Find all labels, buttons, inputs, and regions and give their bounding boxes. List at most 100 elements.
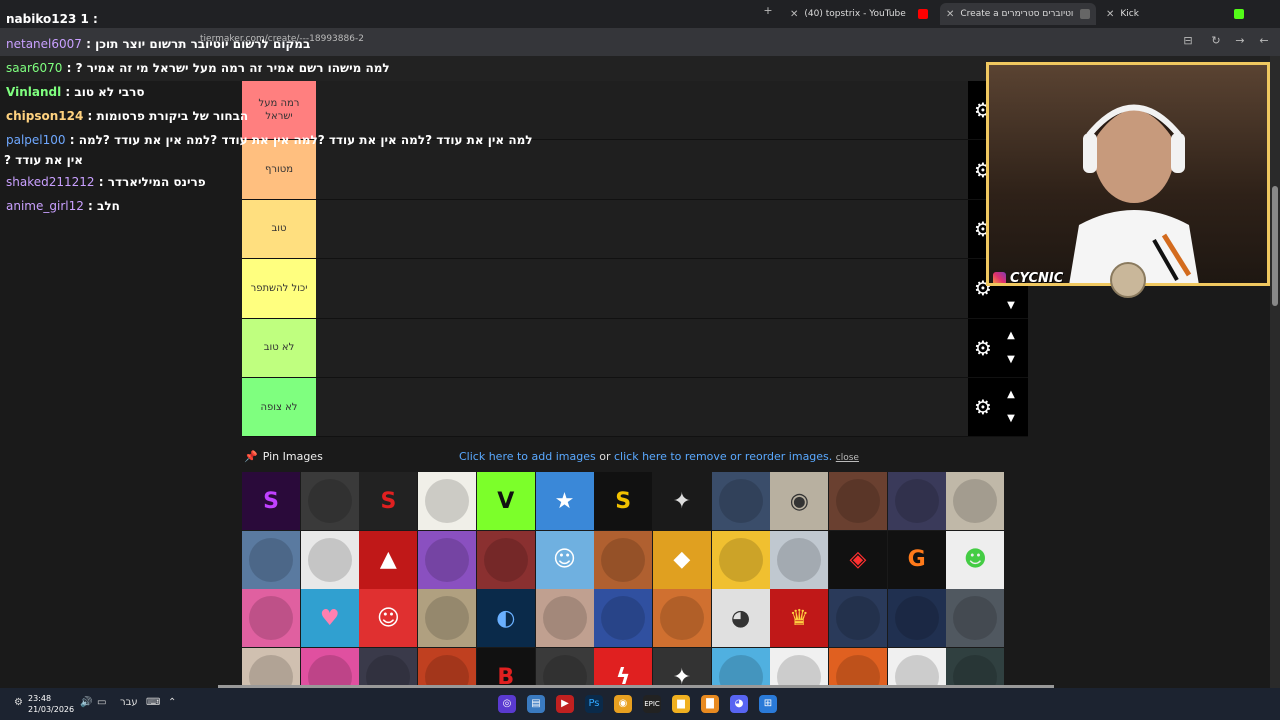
tier-label[interactable]: יכול להשתפר <box>242 259 316 318</box>
tier-image-item[interactable] <box>594 530 653 589</box>
close-tab-icon[interactable]: ✕ <box>946 9 954 20</box>
tier-image-item[interactable] <box>711 472 770 530</box>
taskbar-clock[interactable]: 23:48 21/03/2026 <box>28 693 74 715</box>
language-indicator[interactable]: עבר <box>120 697 138 708</box>
extensions-icon[interactable]: ⊟ <box>1182 35 1194 47</box>
discord-app-icon[interactable]: ◕ <box>730 695 748 713</box>
tier-image-item[interactable]: ◕ <box>711 589 770 648</box>
tier-image-item[interactable] <box>476 530 535 589</box>
scrollbar-thumb[interactable] <box>1272 186 1278 306</box>
tier-image-item[interactable]: ▲ <box>359 530 418 589</box>
tier-image-item[interactable]: ♛ <box>770 589 829 648</box>
tier-image-item[interactable] <box>594 589 653 648</box>
tier-image-item[interactable]: ◐ <box>476 589 535 648</box>
tier-image-item[interactable]: V <box>476 472 535 530</box>
tier-image-item[interactable] <box>418 472 477 530</box>
tier-row[interactable]: טוב ⚙ <box>242 199 1028 260</box>
tier-image-item[interactable]: S <box>242 472 300 530</box>
pin-images-toggle[interactable]: 📌 Pin Images <box>244 450 323 463</box>
tier-image-item[interactable]: ☺ <box>359 589 418 648</box>
volume-icon[interactable]: 🔊 <box>80 697 92 708</box>
tier-image-item[interactable] <box>359 648 418 688</box>
tier-image-item[interactable]: S <box>594 472 653 530</box>
folder-app-icon[interactable]: ▇ <box>701 695 719 713</box>
tier-image-item[interactable] <box>652 589 711 648</box>
file-explorer-app-icon[interactable]: ▆ <box>672 695 690 713</box>
tier-image-item[interactable] <box>887 648 946 688</box>
photoshop-app-icon[interactable]: Ps <box>585 695 603 713</box>
tier-image-item[interactable] <box>770 530 829 589</box>
back-icon[interactable]: ← <box>1258 35 1270 47</box>
tier-image-item[interactable] <box>711 648 770 688</box>
tier-image-item[interactable]: ✦ <box>652 472 711 530</box>
reorder-images-link[interactable]: click here to remove or reorder images. <box>614 450 832 463</box>
tier-image-item[interactable] <box>535 648 594 688</box>
gear-icon[interactable]: ⚙ <box>972 396 994 418</box>
tier-image-item[interactable]: ♥ <box>300 589 359 648</box>
tier-image-item[interactable]: ◈ <box>829 530 887 589</box>
tier-image-item[interactable] <box>946 472 1005 530</box>
media-app-icon[interactable]: ▶ <box>556 695 574 713</box>
add-images-link[interactable]: Click here to add images <box>459 450 596 463</box>
obs-app-icon[interactable]: ◎ <box>498 695 516 713</box>
windows-start-icon[interactable]: ⊞ <box>759 695 777 713</box>
tier-image-item[interactable] <box>535 589 594 648</box>
tier-image-item[interactable] <box>242 648 300 688</box>
tier-label[interactable]: לא צופה <box>242 377 316 437</box>
tier-row[interactable]: מטורף ⚙ <box>242 140 1028 200</box>
vertical-scrollbar[interactable] <box>1270 56 1280 688</box>
tier-row[interactable]: יכול להשתפר ⚙ ▼ <box>242 259 1028 319</box>
tier-image-item[interactable] <box>300 648 359 688</box>
close-tab-icon[interactable]: ✕ <box>1106 9 1114 20</box>
tier-image-item[interactable] <box>711 530 770 589</box>
tab-youtube[interactable]: ✕ (40) topstrix - YouTube <box>784 3 934 25</box>
tier-label[interactable]: טוב <box>242 199 316 259</box>
forward-icon[interactable]: → <box>1234 35 1246 47</box>
reload-icon[interactable]: ↻ <box>1210 35 1222 47</box>
settings-icon[interactable]: ⚙ <box>14 697 23 708</box>
tier-image-item[interactable]: ✦ <box>652 648 711 688</box>
tier-label[interactable]: רמה מעל ישראל <box>242 81 316 140</box>
chevron-up-icon[interactable]: ⌃ <box>168 697 176 708</box>
tier-image-item[interactable]: ◆ <box>652 530 711 589</box>
tier-image-item[interactable] <box>887 589 946 648</box>
chevron-down-icon[interactable]: ▼ <box>1004 299 1018 313</box>
tab-kick[interactable]: ✕ Kick <box>1100 3 1250 25</box>
tier-image-item[interactable] <box>418 648 477 688</box>
tier-image-item[interactable] <box>829 472 887 530</box>
tier-image-item[interactable] <box>829 589 887 648</box>
close-tab-icon[interactable]: ✕ <box>790 9 798 20</box>
close-link[interactable]: close <box>836 453 859 463</box>
tier-image-item[interactable] <box>300 472 359 530</box>
tier-image-item[interactable] <box>946 648 1005 688</box>
chrome-app-icon[interactable]: ◉ <box>614 695 632 713</box>
tier-image-item[interactable] <box>770 648 829 688</box>
tier-label[interactable]: מטורף <box>242 140 316 199</box>
tier-image-item[interactable] <box>946 589 1005 648</box>
new-tab-icon[interactable]: + <box>762 5 774 17</box>
tier-image-item[interactable] <box>418 589 477 648</box>
tier-image-item[interactable] <box>887 472 946 530</box>
gear-icon[interactable]: ⚙ <box>972 337 994 359</box>
tier-image-item[interactable] <box>829 648 887 688</box>
tier-image-item[interactable] <box>242 589 300 648</box>
tier-row[interactable]: לא טוב ⚙ ▲ ▼ <box>242 318 1028 378</box>
tier-image-item[interactable]: B <box>476 648 535 688</box>
notepad-app-icon[interactable]: ▤ <box>527 695 545 713</box>
tier-image-item[interactable]: ϟ <box>594 648 653 688</box>
chevron-down-icon[interactable]: ▼ <box>1004 412 1018 426</box>
chevron-up-icon[interactable]: ▲ <box>1004 329 1018 343</box>
tier-image-item[interactable]: ☺ <box>535 530 594 589</box>
tier-image-item[interactable]: G <box>887 530 946 589</box>
tier-row[interactable]: לא צופה ⚙ ▲ ▼ <box>242 377 1028 438</box>
chevron-up-icon[interactable]: ▲ <box>1004 388 1018 402</box>
tier-image-item[interactable] <box>418 530 477 589</box>
tier-image-item[interactable]: ◉ <box>770 472 829 530</box>
network-icon[interactable]: ▭ <box>97 697 106 708</box>
epic-games-app-icon[interactable]: EPIC <box>643 695 661 713</box>
tier-image-item[interactable] <box>300 530 359 589</box>
keyboard-icon[interactable]: ⌨ <box>146 697 160 708</box>
tab-tiermaker[interactable]: ✕ Create a יוטיוברים סטרימרים Tier <box>940 3 1096 25</box>
tier-image-item[interactable]: S <box>359 472 418 530</box>
tier-image-item[interactable]: ★ <box>535 472 594 530</box>
